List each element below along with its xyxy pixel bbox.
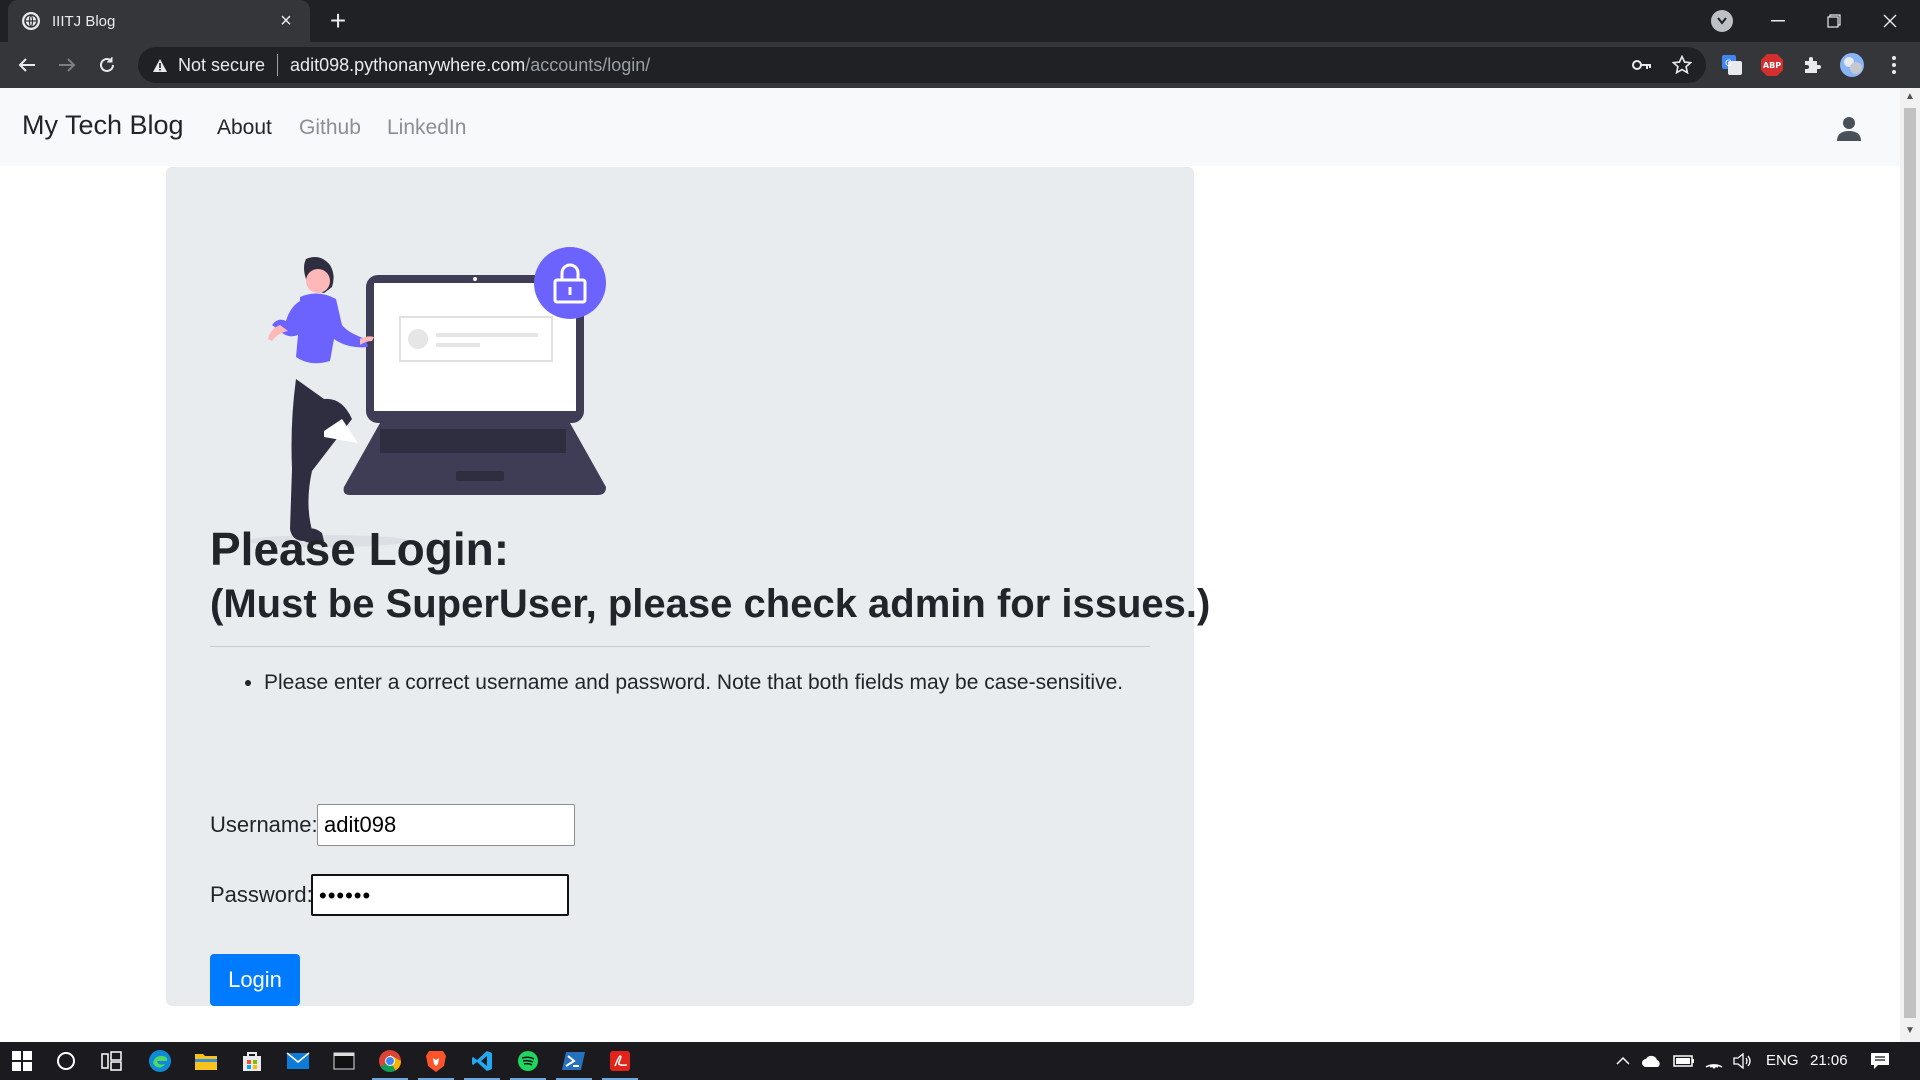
error-list: Please enter a correct username and pass… bbox=[242, 671, 1123, 695]
globe-icon bbox=[22, 12, 40, 30]
site-brand[interactable]: My Tech Blog bbox=[22, 110, 184, 141]
login-button[interactable]: Login bbox=[210, 954, 300, 1006]
task-view-icon[interactable] bbox=[90, 1046, 134, 1076]
os-taskbar: ENG 21:06 bbox=[0, 1042, 1920, 1080]
chrome-icon[interactable] bbox=[368, 1046, 412, 1080]
clock[interactable]: 21:06 bbox=[1810, 1052, 1848, 1069]
close-tab-icon[interactable]: × bbox=[276, 11, 296, 31]
star-icon[interactable] bbox=[1664, 47, 1700, 83]
scroll-down-icon[interactable]: ▼ bbox=[1904, 1024, 1916, 1038]
acrobat-icon[interactable] bbox=[598, 1046, 642, 1080]
reload-icon[interactable] bbox=[91, 49, 123, 81]
back-arrow-icon[interactable] bbox=[11, 49, 43, 81]
windows-start-icon[interactable] bbox=[0, 1046, 44, 1076]
vscode-icon[interactable] bbox=[460, 1046, 504, 1080]
key-icon[interactable] bbox=[1624, 47, 1660, 83]
tab-title: IIITJ Blog bbox=[52, 12, 116, 30]
address-divider bbox=[277, 54, 279, 76]
store-icon[interactable] bbox=[230, 1046, 274, 1076]
terminal-icon[interactable] bbox=[322, 1046, 366, 1076]
warning-icon[interactable] bbox=[150, 55, 170, 75]
mail-icon[interactable] bbox=[276, 1046, 320, 1076]
tab-search-icon[interactable] bbox=[1711, 10, 1733, 32]
extensions-puzzle-icon[interactable] bbox=[1798, 51, 1826, 79]
login-heading: Please Login: bbox=[210, 523, 510, 575]
browser-tab[interactable]: IIITJ Blog × bbox=[8, 0, 310, 42]
page-viewport: My Tech Blog About Github LinkedIn Pleas… bbox=[0, 88, 1900, 1042]
svg-text:G: G bbox=[1725, 59, 1732, 69]
file-explorer-icon[interactable] bbox=[184, 1046, 228, 1076]
volume-icon[interactable] bbox=[1722, 1046, 1762, 1076]
search-circle-icon[interactable] bbox=[44, 1046, 88, 1076]
new-tab-button[interactable]: + bbox=[323, 6, 353, 36]
password-input[interactable]: •••••• bbox=[311, 874, 569, 916]
login-subheading: (Must be SuperUser, please check admin f… bbox=[210, 582, 1211, 626]
brave-icon[interactable] bbox=[414, 1046, 458, 1080]
login-card: Please Login: (Must be SuperUser, please… bbox=[166, 167, 1210, 1006]
user-icon[interactable] bbox=[1836, 116, 1862, 142]
url-host: adit098.pythonanywhere.com bbox=[290, 54, 526, 75]
browser-tab-bar: IIITJ Blog × + bbox=[0, 0, 1920, 42]
address-bar[interactable]: Not secure adit098.pythonanywhere.com/ac… bbox=[138, 47, 1706, 83]
spotify-icon[interactable] bbox=[506, 1046, 550, 1080]
username-input[interactable]: adit098 bbox=[317, 804, 575, 846]
username-label: Username: bbox=[210, 812, 318, 837]
heading-divider bbox=[210, 646, 1150, 647]
kebab-menu-icon[interactable] bbox=[1880, 51, 1908, 79]
url-path: /accounts/login/ bbox=[525, 54, 651, 75]
notification-center-icon[interactable] bbox=[1858, 1046, 1902, 1076]
translate-icon[interactable]: G bbox=[1718, 51, 1746, 79]
browser-toolbar: Not secure adit098.pythonanywhere.com/ac… bbox=[0, 42, 1920, 88]
password-label: Password: bbox=[210, 882, 313, 907]
error-message: Please enter a correct username and pass… bbox=[264, 671, 1123, 695]
profile-avatar[interactable] bbox=[1838, 51, 1866, 79]
minimize-window-button[interactable] bbox=[1750, 0, 1806, 42]
site-navbar: My Tech Blog About Github LinkedIn bbox=[0, 88, 1900, 166]
scroll-up-icon[interactable]: ▲ bbox=[1904, 90, 1916, 104]
restore-window-button[interactable] bbox=[1806, 0, 1862, 42]
login-illustration bbox=[248, 247, 606, 547]
page-scrollbar[interactable]: ▲ ▼ bbox=[1900, 88, 1920, 1042]
nav-link-about[interactable]: About bbox=[217, 116, 272, 140]
scrollbar-thumb[interactable] bbox=[1904, 108, 1916, 1018]
language-indicator[interactable]: ENG bbox=[1766, 1052, 1799, 1069]
nav-link-github[interactable]: Github bbox=[299, 116, 361, 140]
close-window-button[interactable] bbox=[1862, 0, 1918, 42]
nav-link-linkedin[interactable]: LinkedIn bbox=[387, 116, 466, 140]
adblock-label: ABP bbox=[1763, 61, 1781, 70]
security-status[interactable]: Not secure bbox=[178, 55, 265, 76]
powershell-icon[interactable] bbox=[552, 1046, 596, 1080]
adblock-icon[interactable]: ABP bbox=[1758, 51, 1786, 79]
edge-icon[interactable] bbox=[138, 1046, 182, 1076]
forward-arrow-icon[interactable] bbox=[51, 49, 83, 81]
